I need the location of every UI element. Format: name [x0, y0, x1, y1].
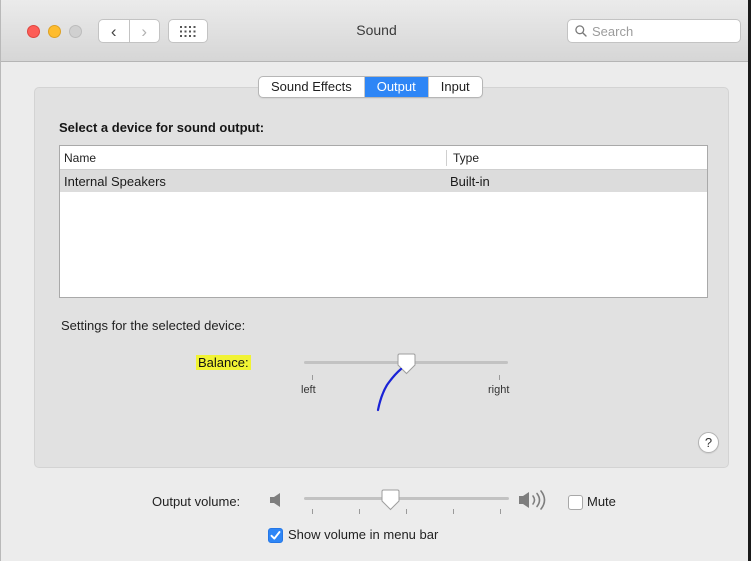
balance-label: Balance: [196, 355, 251, 370]
device-settings-label: Settings for the selected device: [61, 318, 246, 333]
search-input[interactable] [592, 23, 722, 39]
table-row[interactable]: Internal Speakers Built-in [60, 170, 707, 192]
balance-left-label: left [301, 384, 316, 396]
column-divider [446, 150, 447, 166]
volume-tick [500, 509, 501, 514]
show-volume-in-menu-bar-checkbox[interactable] [268, 528, 283, 543]
volume-tick [406, 509, 407, 514]
title-bar: ‹ › Sound [1, 0, 748, 62]
tab-bar: Sound Effects Output Input [258, 76, 483, 98]
device-name-cell: Internal Speakers [64, 174, 166, 189]
balance-tick-left [312, 375, 313, 380]
device-type-cell: Built-in [450, 174, 490, 189]
sound-preferences-window: ‹ › Sound Soun [0, 0, 751, 561]
speaker-low-icon [270, 493, 280, 507]
help-button[interactable]: ? [698, 432, 719, 453]
volume-tick [453, 509, 454, 514]
column-header-name[interactable]: Name [64, 151, 96, 165]
volume-tick [312, 509, 313, 514]
speaker-high-icon [519, 490, 546, 510]
tab-output[interactable]: Output [364, 77, 429, 97]
question-icon: ? [704, 435, 713, 450]
volume-slider-thumb[interactable] [381, 489, 400, 511]
search-field[interactable] [567, 19, 741, 43]
checkmark-icon [270, 531, 281, 540]
output-device-heading: Select a device for sound output: [59, 120, 265, 135]
mute-checkbox[interactable] [568, 495, 583, 510]
tab-sound-effects[interactable]: Sound Effects [259, 77, 365, 97]
tab-input[interactable]: Input [429, 77, 482, 97]
column-header-type[interactable]: Type [453, 151, 479, 165]
pen-annotation-stroke [376, 367, 403, 412]
search-icon [575, 25, 587, 37]
output-device-table[interactable]: Name Type Internal Speakers Built-in [59, 145, 708, 298]
mute-label: Mute [587, 494, 616, 509]
balance-tick-right [499, 375, 500, 380]
show-volume-in-menu-bar-label: Show volume in menu bar [288, 527, 439, 542]
table-header: Name Type [60, 146, 707, 170]
volume-slider-track[interactable] [304, 497, 509, 500]
output-volume-label: Output volume: [152, 494, 241, 509]
volume-tick [359, 509, 360, 514]
balance-right-label: right [488, 384, 510, 396]
